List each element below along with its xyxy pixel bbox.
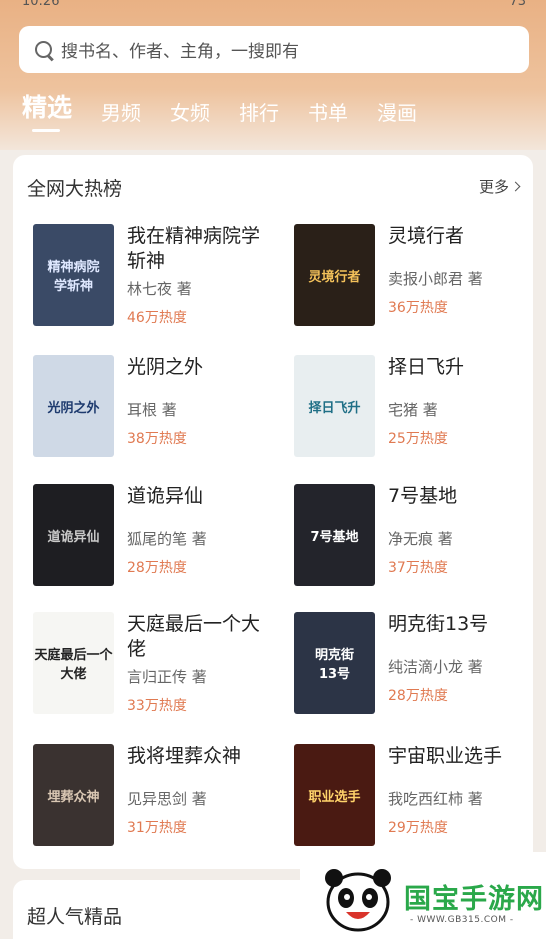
book-heat: 33万热度 xyxy=(127,698,187,714)
book-item[interactable]: 光阴之外 光阴之外 耳根 著 38万热度 xyxy=(33,355,283,465)
search-placeholder: 搜书名、作者、主角，一搜即有 xyxy=(61,42,299,62)
more-link[interactable]: 更多 xyxy=(478,176,521,197)
book-title[interactable]: 天庭最后一个大佬 xyxy=(127,612,271,662)
panda-logo-icon xyxy=(325,869,391,932)
book-title[interactable]: 光阴之外 xyxy=(127,355,271,380)
book-heat: 38万热度 xyxy=(127,431,187,447)
book-title[interactable]: 道诡异仙 xyxy=(127,484,271,509)
tab-featured[interactable]: 精选 xyxy=(22,88,72,132)
book-item[interactable]: 埋葬众神 我将埋葬众神见异思剑 著 31万热度 xyxy=(33,744,283,854)
book-cover[interactable]: 精神病院 学斩神 xyxy=(33,224,114,326)
book-cover[interactable]: 职业选手 xyxy=(294,744,375,846)
book-cover[interactable]: 择日飞升 xyxy=(294,355,375,457)
book-heat: 28万热度 xyxy=(388,688,448,704)
search-icon xyxy=(33,39,55,61)
book-item[interactable]: 明克街 13号 明克街13号纯洁滴小龙 著 28万热度 xyxy=(294,612,544,722)
tab-female[interactable]: 女频 xyxy=(170,97,210,132)
book-title[interactable]: 我在精神病院学斩神 xyxy=(127,224,271,274)
tab-comics[interactable]: 漫画 xyxy=(377,97,417,132)
book-title[interactable]: 7号基地 xyxy=(388,484,532,509)
status-bar: 10:26 73 xyxy=(0,0,546,14)
category-tabs: 精选 男频 女频 排行 书单 漫画 xyxy=(22,92,446,132)
book-author: 耳根 著 xyxy=(127,401,177,419)
book-author: 狐尾的笔 著 xyxy=(127,530,207,548)
section2-title: 超人气精品 xyxy=(27,906,123,928)
hot-list-card: 全网大热榜 更多 精神病院 学斩神 我在精神病院学斩神林七夜 著 46万热度 灵境行者… xyxy=(13,155,533,869)
book-heat: 37万热度 xyxy=(388,560,448,576)
book-item[interactable]: 道诡异仙 道诡异仙 狐尾的笔 著 28万热度 xyxy=(33,484,283,594)
book-author: 净无痕 著 xyxy=(388,530,453,548)
book-item[interactable]: 择日飞升 择日飞升 宅猪 著 25万热度 xyxy=(294,355,544,465)
watermark-title: 国宝手游网 xyxy=(404,884,544,915)
book-item[interactable]: 天庭最后一个 大佬 天庭最后一个大佬言归正传 著 33万热度 xyxy=(33,612,283,722)
tab-booklist[interactable]: 书单 xyxy=(308,97,348,132)
book-title[interactable]: 灵境行者 xyxy=(388,224,532,249)
book-item[interactable]: 灵境行者 灵境行者 卖报小郎君 著 36万热度 xyxy=(294,224,544,334)
book-cover[interactable]: 天庭最后一个 大佬 xyxy=(33,612,114,714)
book-cover[interactable]: 7号基地 xyxy=(294,484,375,586)
book-title[interactable]: 明克街13号 xyxy=(388,612,532,637)
book-item[interactable]: 精神病院 学斩神 我在精神病院学斩神林七夜 著 46万热度 xyxy=(33,224,283,334)
book-author: 纯洁滴小龙 著 xyxy=(388,658,483,676)
book-author: 宅猪 著 xyxy=(388,401,438,419)
book-heat: 29万热度 xyxy=(388,820,448,836)
search-bar[interactable]: 搜书名、作者、主角，一搜即有 xyxy=(19,26,529,73)
battery-level: 73 xyxy=(509,0,526,9)
book-title[interactable]: 我将埋葬众神 xyxy=(127,744,271,769)
book-heat: 31万热度 xyxy=(127,820,187,836)
book-cover[interactable]: 光阴之外 xyxy=(33,355,114,457)
book-author: 林七夜 著 xyxy=(127,280,192,298)
book-author: 见异思剑 著 xyxy=(127,790,207,808)
book-item[interactable]: 职业选手 宇宙职业选手我吃西红柿 著 29万热度 xyxy=(294,744,544,854)
book-heat: 36万热度 xyxy=(388,300,448,316)
book-cover[interactable]: 明克街 13号 xyxy=(294,612,375,714)
book-cover[interactable]: 灵境行者 xyxy=(294,224,375,326)
book-author: 言归正传 著 xyxy=(127,668,207,686)
more-label: 更多 xyxy=(478,178,509,196)
book-cover[interactable]: 埋葬众神 xyxy=(33,744,114,846)
book-heat: 28万热度 xyxy=(127,560,187,576)
book-author: 卖报小郎君 著 xyxy=(388,270,483,288)
tab-male[interactable]: 男频 xyxy=(101,97,141,132)
tab-ranking[interactable]: 排行 xyxy=(239,97,279,132)
chevron-right-icon xyxy=(510,181,521,192)
watermark: 国宝手游网 - WWW.GB315.COM - xyxy=(300,852,546,939)
book-heat: 25万热度 xyxy=(388,431,448,447)
status-time: 10:26 xyxy=(22,0,60,9)
book-item[interactable]: 7号基地 7号基地 净无痕 著 37万热度 xyxy=(294,484,544,594)
watermark-url: - WWW.GB315.COM - xyxy=(410,915,514,925)
book-title[interactable]: 宇宙职业选手 xyxy=(388,744,532,769)
book-author: 我吃西红柿 著 xyxy=(388,790,483,808)
section-title: 全网大热榜 xyxy=(27,178,123,200)
book-title[interactable]: 择日飞升 xyxy=(388,355,532,380)
book-heat: 46万热度 xyxy=(127,310,187,326)
book-cover[interactable]: 道诡异仙 xyxy=(33,484,114,586)
